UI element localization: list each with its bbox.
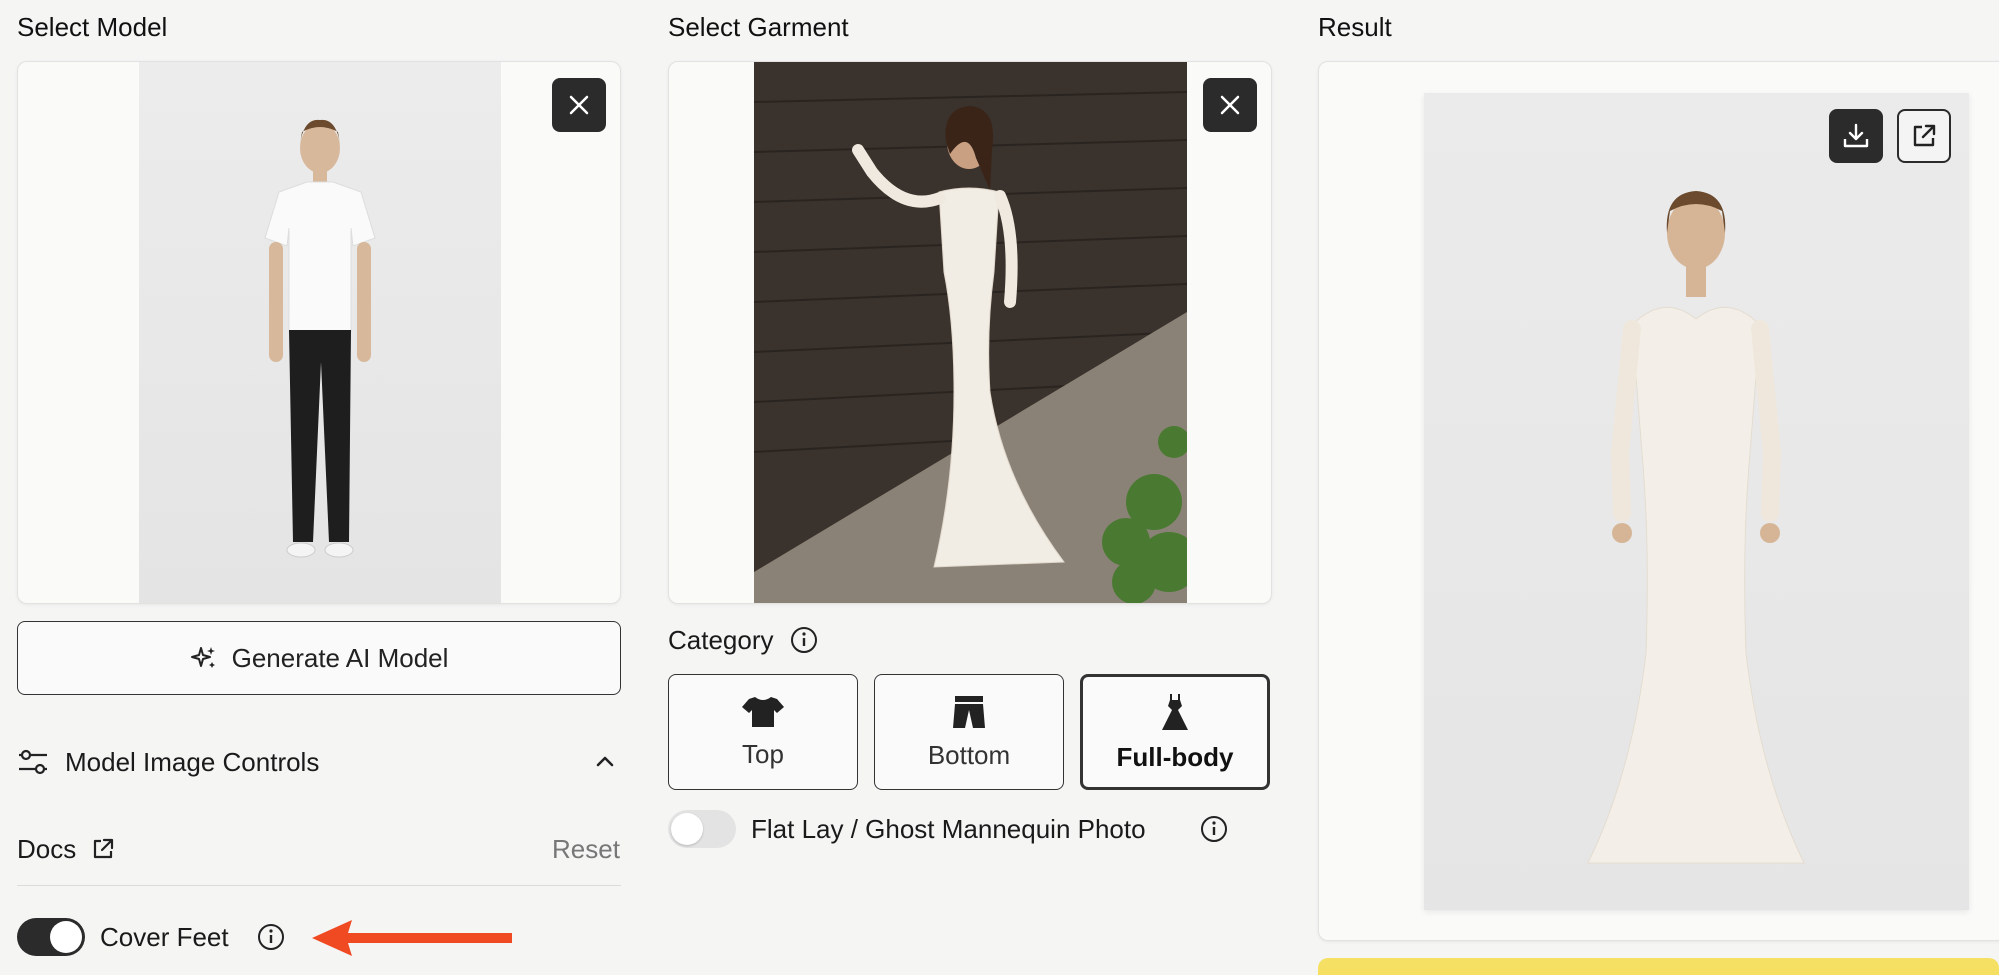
sliders-icon bbox=[19, 749, 47, 775]
garment-image-card[interactable] bbox=[668, 61, 1272, 604]
generate-ai-model-label: Generate AI Model bbox=[231, 642, 449, 673]
tshirt-icon bbox=[742, 696, 784, 727]
download-icon bbox=[1843, 123, 1869, 148]
model-image-controls-label: Model Image Controls bbox=[65, 746, 320, 777]
flat-lay-toggle[interactable] bbox=[668, 810, 736, 848]
dress-icon bbox=[1162, 693, 1188, 730]
category-fullbody-label: Full-body bbox=[1116, 741, 1234, 772]
flat-lay-label: Flat Lay / Ghost Mannequin Photo bbox=[751, 813, 1146, 844]
result-image-card bbox=[1318, 61, 1999, 941]
divider bbox=[17, 885, 621, 886]
info-icon[interactable] bbox=[790, 626, 818, 654]
reset-button[interactable]: Reset bbox=[552, 831, 620, 867]
red-arrow-annotation bbox=[312, 920, 512, 956]
category-label: Category bbox=[668, 624, 774, 655]
remove-model-button[interactable] bbox=[552, 78, 606, 132]
yellow-action-bar[interactable] bbox=[1318, 958, 1999, 975]
garment-photo bbox=[753, 62, 1199, 603]
model-image-controls-header[interactable]: Model Image Controls bbox=[17, 744, 621, 780]
cover-feet-label: Cover Feet bbox=[100, 921, 229, 952]
external-link-icon bbox=[94, 838, 114, 859]
category-bottom-button[interactable]: Bottom bbox=[874, 674, 1064, 790]
info-icon[interactable] bbox=[1200, 815, 1228, 843]
pants-icon bbox=[953, 695, 985, 728]
close-icon bbox=[1220, 95, 1240, 115]
external-link-icon bbox=[1913, 124, 1936, 147]
docs-link[interactable]: Docs bbox=[17, 831, 116, 867]
remove-garment-button[interactable] bbox=[1203, 78, 1257, 132]
category-bottom-label: Bottom bbox=[927, 739, 1011, 770]
sparkles-icon bbox=[190, 647, 215, 668]
open-external-button[interactable] bbox=[1897, 109, 1951, 163]
cover-feet-toggle[interactable] bbox=[17, 918, 85, 956]
category-top-button[interactable]: Top bbox=[668, 674, 858, 790]
close-icon bbox=[569, 95, 589, 115]
select-model-title: Select Model bbox=[17, 12, 168, 42]
info-icon[interactable] bbox=[257, 923, 285, 951]
model-image-card[interactable] bbox=[17, 61, 621, 604]
download-button[interactable] bbox=[1829, 109, 1883, 163]
category-heading: Category bbox=[668, 622, 818, 658]
result-photo bbox=[1424, 93, 1969, 910]
category-fullbody-button[interactable]: Full-body bbox=[1080, 674, 1270, 790]
result-title: Result bbox=[1318, 12, 1392, 42]
docs-label: Docs bbox=[17, 833, 77, 864]
model-photo bbox=[139, 62, 501, 603]
select-garment-title: Select Garment bbox=[668, 12, 849, 42]
chevron-up-icon[interactable] bbox=[593, 750, 617, 774]
category-top-label: Top bbox=[742, 738, 784, 769]
generate-ai-model-button[interactable]: Generate AI Model bbox=[17, 621, 621, 695]
